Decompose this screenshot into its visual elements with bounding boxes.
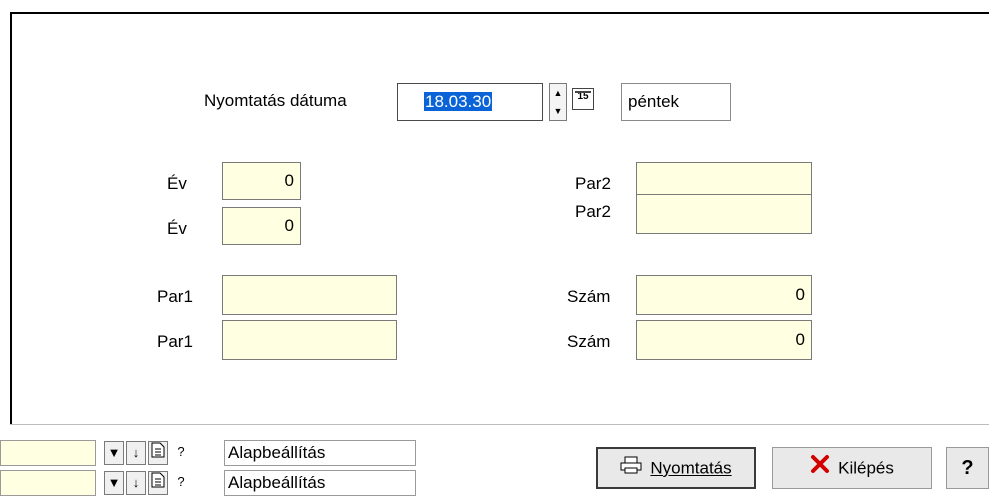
exit-button[interactable]: Kilépés — [772, 447, 932, 489]
exit-button-label: Kilépés — [838, 458, 894, 478]
szam-input-1[interactable]: 0 — [636, 275, 812, 315]
settings-combo-2[interactable] — [0, 470, 96, 496]
par1-label-2: Par1 — [157, 332, 193, 351]
help-small-icon[interactable]: ? — [170, 471, 192, 495]
date-spinner[interactable]: ▲ ▼ — [549, 83, 567, 121]
printer-icon — [620, 450, 642, 488]
footer-separator — [10, 424, 989, 425]
down-arrow-icon[interactable]: ↓ — [126, 441, 146, 465]
year-input-2[interactable]: 0 — [222, 207, 301, 245]
settings-text-2[interactable]: Alapbeállítás — [224, 470, 416, 496]
year-label-1: Év — [167, 174, 187, 193]
day-of-week-field: péntek — [621, 83, 731, 121]
par1-input-2[interactable] — [222, 320, 397, 360]
settings-text-1[interactable]: Alapbeállítás — [224, 440, 416, 466]
par1-label-1: Par1 — [157, 287, 193, 306]
settings-combo-1[interactable] — [0, 440, 96, 466]
par2-label-2: Par2 — [575, 202, 611, 221]
down-arrow-icon[interactable]: ↓ — [126, 471, 146, 495]
print-button-label: Nyomtatás — [650, 458, 732, 478]
print-date-label: Nyomtatás dátuma — [204, 91, 347, 110]
par2-input-2[interactable] — [636, 194, 812, 234]
year-label-2: Év — [167, 219, 187, 238]
calendar-icon[interactable]: 15 — [572, 88, 594, 110]
close-x-icon — [810, 449, 830, 489]
dropdown-arrow-icon[interactable]: ▼ — [104, 471, 124, 495]
settings-row-2: ▼ ↓ ? Alapbeállítás — [0, 470, 416, 496]
par2-label-1: Par2 — [575, 174, 611, 193]
document-icon[interactable] — [148, 471, 168, 495]
spin-up-icon[interactable]: ▲ — [550, 84, 566, 102]
dropdown-arrow-icon[interactable]: ▼ — [104, 441, 124, 465]
help-small-icon[interactable]: ? — [170, 441, 192, 465]
spin-down-icon[interactable]: ▼ — [550, 102, 566, 120]
szam-label-2: Szám — [567, 332, 611, 351]
document-icon[interactable] — [148, 441, 168, 465]
par1-input-1[interactable] — [222, 275, 397, 315]
szam-input-2[interactable]: 0 — [636, 320, 812, 360]
print-date-value: 18.03.30 — [424, 92, 493, 111]
help-button[interactable]: ? — [946, 447, 989, 489]
settings-row-1: ▼ ↓ ? Alapbeállítás — [0, 440, 416, 466]
year-input-1[interactable]: 0 — [222, 162, 301, 200]
print-date-input[interactable]: 18.03.30 — [397, 83, 543, 121]
szam-label-1: Szám — [567, 287, 611, 306]
print-button[interactable]: Nyomtatás — [596, 447, 756, 489]
form-panel — [10, 12, 989, 425]
